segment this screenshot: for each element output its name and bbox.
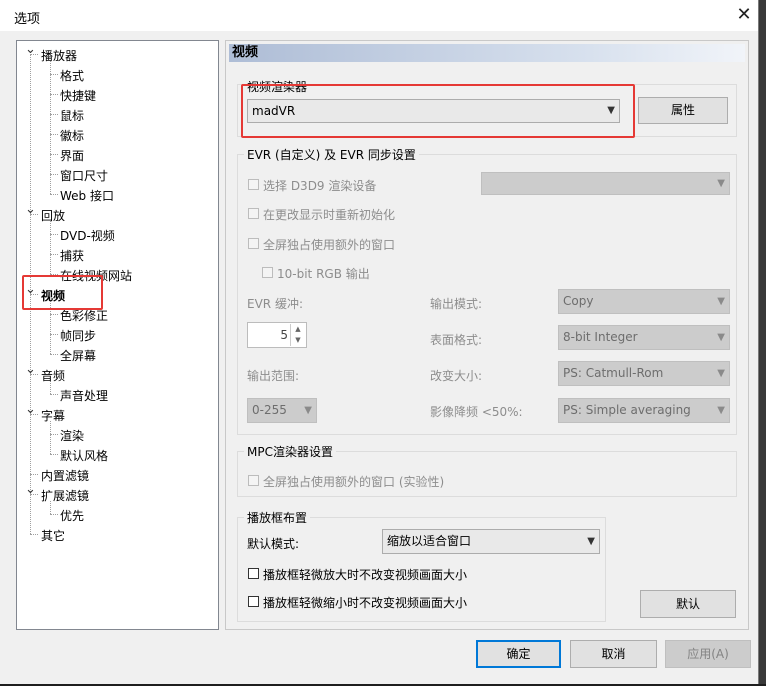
tree-item[interactable]: 徽标 bbox=[60, 127, 84, 144]
output-10bit-label: 10-bit RGB 输出 bbox=[277, 267, 370, 281]
downscale-select[interactable]: PS: Simple averaging ▼ bbox=[558, 398, 730, 423]
tree-item[interactable]: 捕获 bbox=[60, 247, 84, 264]
tree-item[interactable]: 默认风格 bbox=[60, 447, 108, 464]
expand-chevron-icon[interactable]: ⌄ bbox=[25, 202, 36, 217]
output-range-select[interactable]: 0-255 ▼ bbox=[247, 398, 317, 423]
apply-button[interactable]: 应用(A) bbox=[665, 640, 751, 668]
tree-item[interactable]: 内置滤镜 bbox=[41, 467, 89, 484]
select-d3d9-checkbox[interactable] bbox=[248, 179, 259, 190]
cancel-button[interactable]: 取消 bbox=[570, 640, 657, 668]
output-range-label: 输出范围: bbox=[247, 369, 300, 383]
title-bar bbox=[0, 0, 758, 31]
surface-format-select[interactable]: 8-bit Integer ▼ bbox=[558, 325, 730, 350]
tree-item[interactable]: 窗口尺寸 bbox=[60, 167, 108, 184]
tree-item[interactable]: 扩展滤镜 bbox=[41, 487, 89, 504]
resize-label: 改变大小: bbox=[430, 369, 483, 383]
desktop-background bbox=[759, 0, 766, 686]
tree-item[interactable]: 格式 bbox=[60, 67, 84, 84]
options-tree[interactable]: ⌄ 播放器 格式 快捷键 鼠标 徽标 界面 窗口尺寸 Web 接口 ⌄ 回放 DVD-视频 捕获 在线视频… bbox=[16, 40, 219, 630]
evr-buffer-value: 5 bbox=[280, 328, 288, 342]
tree-item[interactable]: 播放器 bbox=[41, 47, 77, 64]
spin-down-icon[interactable]: ▼ bbox=[290, 335, 305, 346]
tree-item[interactable]: 界面 bbox=[60, 147, 84, 164]
tree-item[interactable]: Web 接口 bbox=[60, 187, 114, 204]
tree-item[interactable]: 其它 bbox=[41, 527, 65, 544]
select-d3d9-label: 选择 D3D9 渲染设备 bbox=[263, 179, 377, 193]
tree-item[interactable]: 回放 bbox=[41, 207, 65, 224]
mpc-group-title: MPC渲染器设置 bbox=[244, 443, 336, 460]
expand-chevron-icon[interactable]: ⌄ bbox=[25, 42, 36, 57]
evr-group-title: EVR (自定义) 及 EVR 同步设置 bbox=[244, 146, 419, 163]
page-title: 视频 bbox=[229, 44, 745, 62]
tree-item[interactable]: DVD-视频 bbox=[60, 227, 115, 244]
expand-chevron-icon[interactable]: ⌄ bbox=[25, 362, 36, 377]
video-item-highlight-box bbox=[22, 275, 103, 310]
surface-format-label: 表面格式: bbox=[430, 333, 483, 347]
evr-fullscreen-window-label: 全屏独占使用额外的窗口 bbox=[263, 238, 396, 252]
keep-size-zoom-out-label: 播放框轻微缩小时不改变视频画面大小 bbox=[263, 596, 468, 610]
chevron-down-icon: ▼ bbox=[717, 405, 725, 416]
mpc-fullscreen-window-checkbox[interactable] bbox=[248, 475, 259, 486]
resize-select[interactable]: PS: Catmull-Rom ▼ bbox=[558, 361, 730, 386]
reinit-checkbox[interactable] bbox=[248, 208, 259, 219]
tree-item[interactable]: 渲染 bbox=[60, 427, 84, 444]
renderer-highlight-box bbox=[241, 84, 635, 138]
tree-item[interactable]: 优先 bbox=[60, 507, 84, 524]
downscale-label: 影像降频 <50%: bbox=[430, 405, 523, 419]
output-10bit-checkbox[interactable] bbox=[262, 267, 273, 278]
chevron-down-icon: ▼ bbox=[717, 332, 725, 343]
evr-fullscreen-window-checkbox[interactable] bbox=[248, 238, 259, 249]
evr-buffer-spinner[interactable]: 5 ▲ ▼ bbox=[247, 322, 307, 348]
chevron-down-icon: ▼ bbox=[304, 405, 312, 416]
default-button[interactable]: 默认 bbox=[640, 590, 736, 618]
keep-size-zoom-in-checkbox[interactable] bbox=[248, 568, 259, 579]
resize-value: PS: Catmull-Rom bbox=[563, 366, 664, 380]
tree-item[interactable]: 声音处理 bbox=[60, 387, 108, 404]
surface-format-value: 8-bit Integer bbox=[563, 330, 638, 344]
tree-item[interactable]: 字幕 bbox=[41, 407, 65, 424]
tree-item[interactable]: 快捷键 bbox=[60, 87, 96, 104]
ok-button[interactable]: 确定 bbox=[476, 640, 561, 668]
chevron-down-icon: ▼ bbox=[587, 536, 595, 547]
close-icon[interactable]: ✕ bbox=[734, 5, 754, 25]
expand-chevron-icon[interactable]: ⌄ bbox=[25, 402, 36, 417]
evr-buffer-label: EVR 缓冲: bbox=[247, 297, 303, 311]
spin-up-icon[interactable]: ▲ bbox=[290, 324, 305, 335]
tree-item[interactable]: 音频 bbox=[41, 367, 65, 384]
d3d9-device-select[interactable]: ▼ bbox=[481, 172, 730, 195]
output-range-value: 0-255 bbox=[252, 403, 287, 417]
keep-size-zoom-out-checkbox[interactable] bbox=[248, 596, 259, 607]
default-mode-select[interactable]: 缩放以适合窗口 ▼ bbox=[382, 529, 600, 554]
downscale-value: PS: Simple averaging bbox=[563, 403, 691, 417]
default-mode-label: 默认模式: bbox=[247, 537, 300, 551]
tree-item[interactable]: 鼠标 bbox=[60, 107, 84, 124]
output-mode-value: Copy bbox=[563, 294, 594, 308]
chevron-down-icon: ▼ bbox=[717, 178, 725, 189]
mpc-fullscreen-window-label: 全屏独占使用额外的窗口 (实验性) bbox=[263, 475, 445, 489]
window-title: 选项 bbox=[14, 12, 41, 27]
output-mode-select[interactable]: Copy ▼ bbox=[558, 289, 730, 314]
chevron-down-icon: ▼ bbox=[717, 368, 725, 379]
reinit-label: 在更改显示时重新初始化 bbox=[263, 208, 396, 222]
keep-size-zoom-in-label: 播放框轻微放大时不改变视频画面大小 bbox=[263, 568, 468, 582]
expand-chevron-icon[interactable]: ⌄ bbox=[25, 482, 36, 497]
layout-group-title: 播放框布置 bbox=[244, 509, 311, 526]
tree-item[interactable]: 全屏幕 bbox=[60, 347, 96, 364]
tree-item[interactable]: 帧同步 bbox=[60, 327, 96, 344]
output-mode-label: 输出模式: bbox=[430, 297, 483, 311]
chevron-down-icon: ▼ bbox=[717, 296, 725, 307]
properties-button[interactable]: 属性 bbox=[638, 97, 728, 124]
default-mode-value: 缩放以适合窗口 bbox=[387, 534, 472, 548]
